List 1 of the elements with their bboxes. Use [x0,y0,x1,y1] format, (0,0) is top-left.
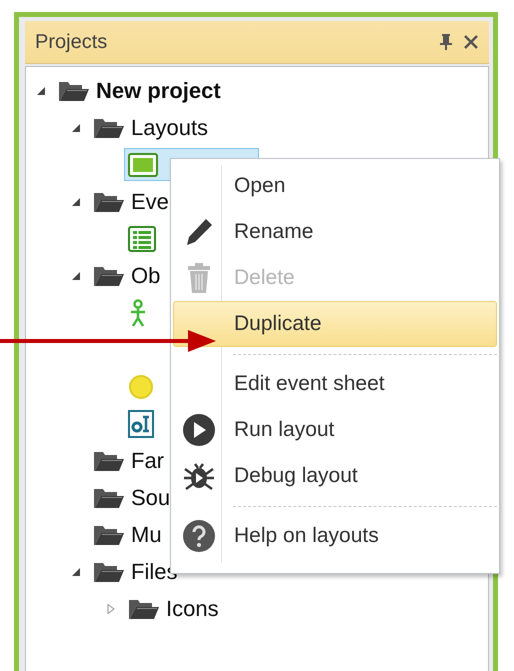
panel-title: Projects [35,30,108,54]
